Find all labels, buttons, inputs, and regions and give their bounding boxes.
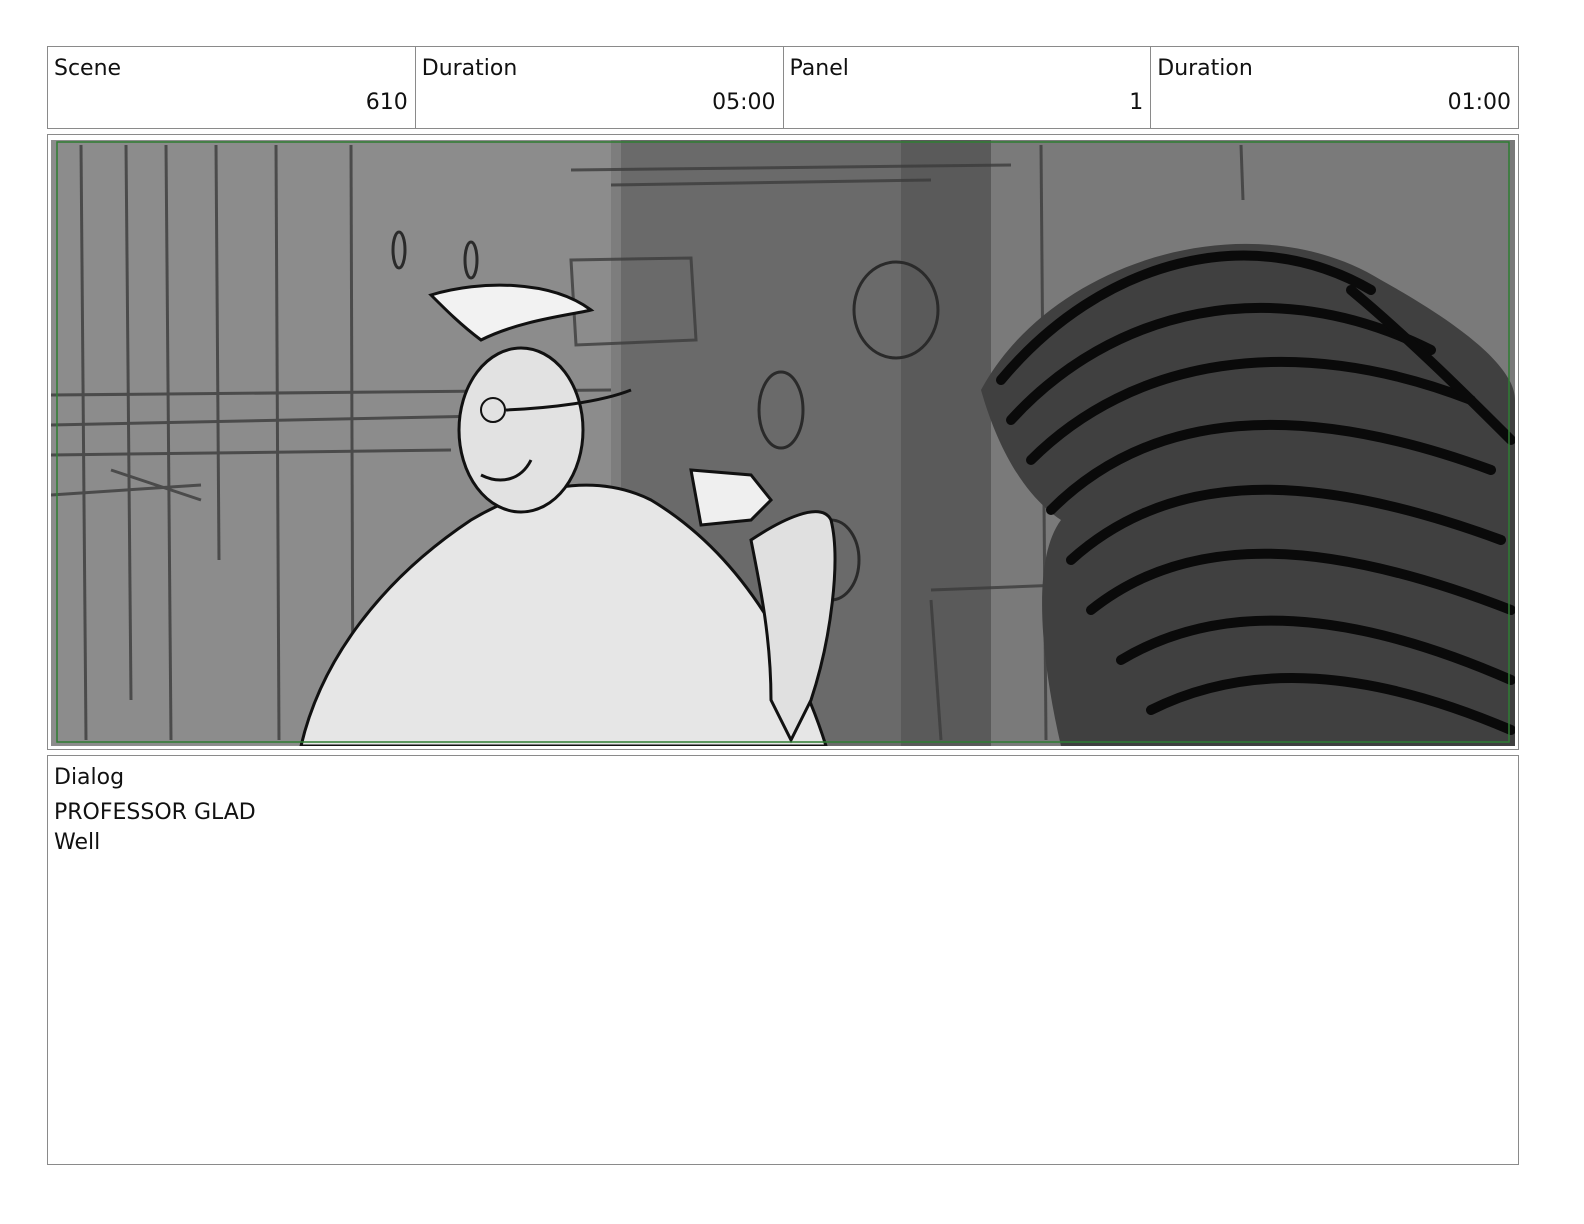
- dialog-label: Dialog: [54, 765, 125, 790]
- scene-label: Scene: [54, 56, 122, 81]
- scene-duration-value: 05:00: [712, 90, 776, 115]
- panel-duration-label: Duration: [1157, 56, 1253, 81]
- storyboard-frame: [47, 134, 1519, 750]
- dialog-speaker: PROFESSOR GLAD: [54, 800, 256, 825]
- panel-duration-value: 01:00: [1447, 90, 1511, 115]
- panel-value: 1: [1129, 90, 1144, 115]
- panel-info-header: Scene 610 Duration 05:00 Panel 1 Duratio…: [47, 46, 1519, 129]
- scene-value: 610: [365, 90, 408, 115]
- scene-cell: Scene 610: [48, 47, 416, 128]
- scene-duration-label: Duration: [421, 56, 518, 81]
- dialog-box: Dialog PROFESSOR GLAD Well: [47, 755, 1519, 1165]
- panel-label: Panel: [789, 56, 849, 81]
- scene-duration-cell: Duration 05:00: [416, 47, 784, 128]
- panel-cell: Panel 1: [784, 47, 1152, 128]
- dialog-text: Well: [54, 830, 101, 855]
- panel-duration-cell: Duration 01:00: [1151, 47, 1518, 128]
- storyboard-sketch-image: [51, 140, 1515, 746]
